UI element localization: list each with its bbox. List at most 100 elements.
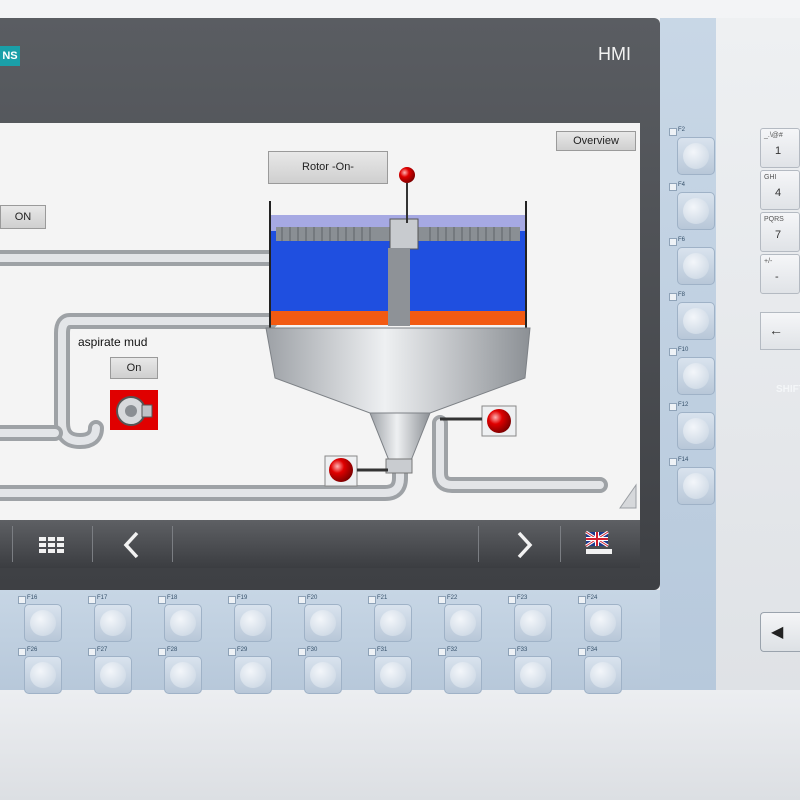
function-key-label: F14 [678, 457, 689, 463]
function-key-label: F27 [97, 647, 108, 653]
function-key-f29[interactable] [234, 656, 272, 694]
function-key-label: F28 [167, 647, 178, 653]
function-key-f27[interactable] [94, 656, 132, 694]
function-key-f20[interactable] [304, 604, 342, 642]
function-key-f32[interactable] [444, 656, 482, 694]
keypad-key-1[interactable]: _.\@# 1 [760, 128, 800, 168]
function-key-label: F32 [447, 647, 458, 653]
function-key-f4[interactable] [677, 192, 715, 230]
function-key-led [88, 648, 96, 656]
function-key-f24[interactable] [584, 604, 622, 642]
function-key-f10[interactable] [677, 357, 715, 395]
function-key-label: F24 [587, 595, 598, 601]
navbar-separator [478, 526, 479, 562]
function-key-label: F31 [377, 647, 388, 653]
function-key-f17[interactable] [94, 604, 132, 642]
function-key-f31[interactable] [374, 656, 412, 694]
keypad-key-label: 1 [775, 145, 782, 157]
function-key-f8[interactable] [677, 302, 715, 340]
function-key-label: F30 [307, 647, 318, 653]
function-key-label: F18 [167, 595, 178, 601]
function-key-led [438, 596, 446, 604]
function-key-led [669, 403, 677, 411]
navbar-separator [560, 526, 561, 562]
function-key-f18[interactable] [164, 604, 202, 642]
keypad-key-label: - [775, 271, 779, 283]
mud-pump-icon[interactable] [110, 390, 158, 430]
function-key-led [158, 596, 166, 604]
function-key-label: F21 [377, 595, 388, 601]
function-key-led [669, 293, 677, 301]
keypad-key--[interactable]: +/- - [760, 254, 800, 294]
function-key-f23[interactable] [514, 604, 552, 642]
function-key-led [508, 648, 516, 656]
next-arrow-icon[interactable] [512, 530, 536, 560]
function-key-f26[interactable] [24, 656, 62, 694]
keypad-key-7[interactable]: PQRS 7 [760, 212, 800, 252]
red-indicator-top [399, 167, 415, 183]
function-key-f6[interactable] [677, 247, 715, 285]
cursor-left-arrow-icon: ◀ [771, 624, 784, 641]
function-key-label: F8 [678, 292, 686, 298]
device-footer [0, 690, 800, 800]
function-key-led [368, 648, 376, 656]
function-key-led [669, 238, 677, 246]
function-key-f30[interactable] [304, 656, 342, 694]
navbar-separator [172, 526, 173, 562]
function-key-f34[interactable] [584, 656, 622, 694]
keypad-key-4[interactable]: GHI 4 [760, 170, 800, 210]
backspace-key[interactable]: ← [760, 312, 800, 350]
function-key-led [438, 648, 446, 656]
previous-arrow-icon[interactable] [120, 530, 144, 560]
rotor-on-button[interactable]: Rotor -On- [268, 151, 388, 184]
function-key-f28[interactable] [164, 656, 202, 694]
function-key-label: F10 [678, 347, 689, 353]
function-key-label: F33 [517, 647, 528, 653]
cursor-left-key[interactable]: ◀ [760, 612, 800, 652]
keypad-key-sublabel: +/- [764, 258, 773, 265]
valve-left[interactable] [324, 455, 388, 487]
keypad-key-sublabel: PQRS [764, 216, 784, 223]
function-key-led [228, 596, 236, 604]
function-key-label: F17 [97, 595, 108, 601]
aspirate-on-button[interactable]: On [110, 357, 158, 379]
function-key-label: F6 [678, 237, 686, 243]
function-key-led [578, 648, 586, 656]
hmi-screen: Overview Rotor -On- ON aspirate mud On [0, 123, 640, 520]
function-key-label: F16 [27, 595, 38, 601]
navbar-separator [92, 526, 93, 562]
keypad-panel [716, 18, 800, 690]
grid-menu-icon[interactable] [38, 536, 66, 554]
brand-logo: NS [0, 46, 20, 66]
function-key-f19[interactable] [234, 604, 272, 642]
function-key-label: F26 [27, 647, 38, 653]
backspace-arrow-icon: ← [769, 322, 783, 338]
function-key-f21[interactable] [374, 604, 412, 642]
function-key-f33[interactable] [514, 656, 552, 694]
function-key-label: F23 [517, 595, 528, 601]
function-key-label: F22 [447, 595, 458, 601]
function-key-f22[interactable] [444, 604, 482, 642]
function-key-f2[interactable] [677, 137, 715, 175]
keypad-key-sublabel: GHI [764, 174, 777, 181]
navbar-separator [12, 526, 13, 562]
function-key-led [88, 596, 96, 604]
function-key-led [669, 128, 677, 136]
function-key-label: F19 [237, 595, 248, 601]
overview-button[interactable]: Overview [556, 131, 636, 151]
screen-navbar [0, 520, 640, 568]
function-key-label: F20 [307, 595, 318, 601]
function-key-led [669, 183, 677, 191]
function-key-f16[interactable] [24, 604, 62, 642]
aspirate-mud-label: aspirate mud [78, 335, 148, 349]
function-key-f12[interactable] [677, 412, 715, 450]
valve-right[interactable] [440, 405, 517, 437]
language-uk-flag-icon[interactable] [584, 530, 614, 558]
function-key-led [18, 596, 26, 604]
function-key-led [508, 596, 516, 604]
top-on-button[interactable]: ON [0, 205, 46, 229]
function-key-led [368, 596, 376, 604]
keypad-key-label: 7 [775, 229, 782, 241]
function-key-f14[interactable] [677, 467, 715, 505]
function-key-led [158, 648, 166, 656]
